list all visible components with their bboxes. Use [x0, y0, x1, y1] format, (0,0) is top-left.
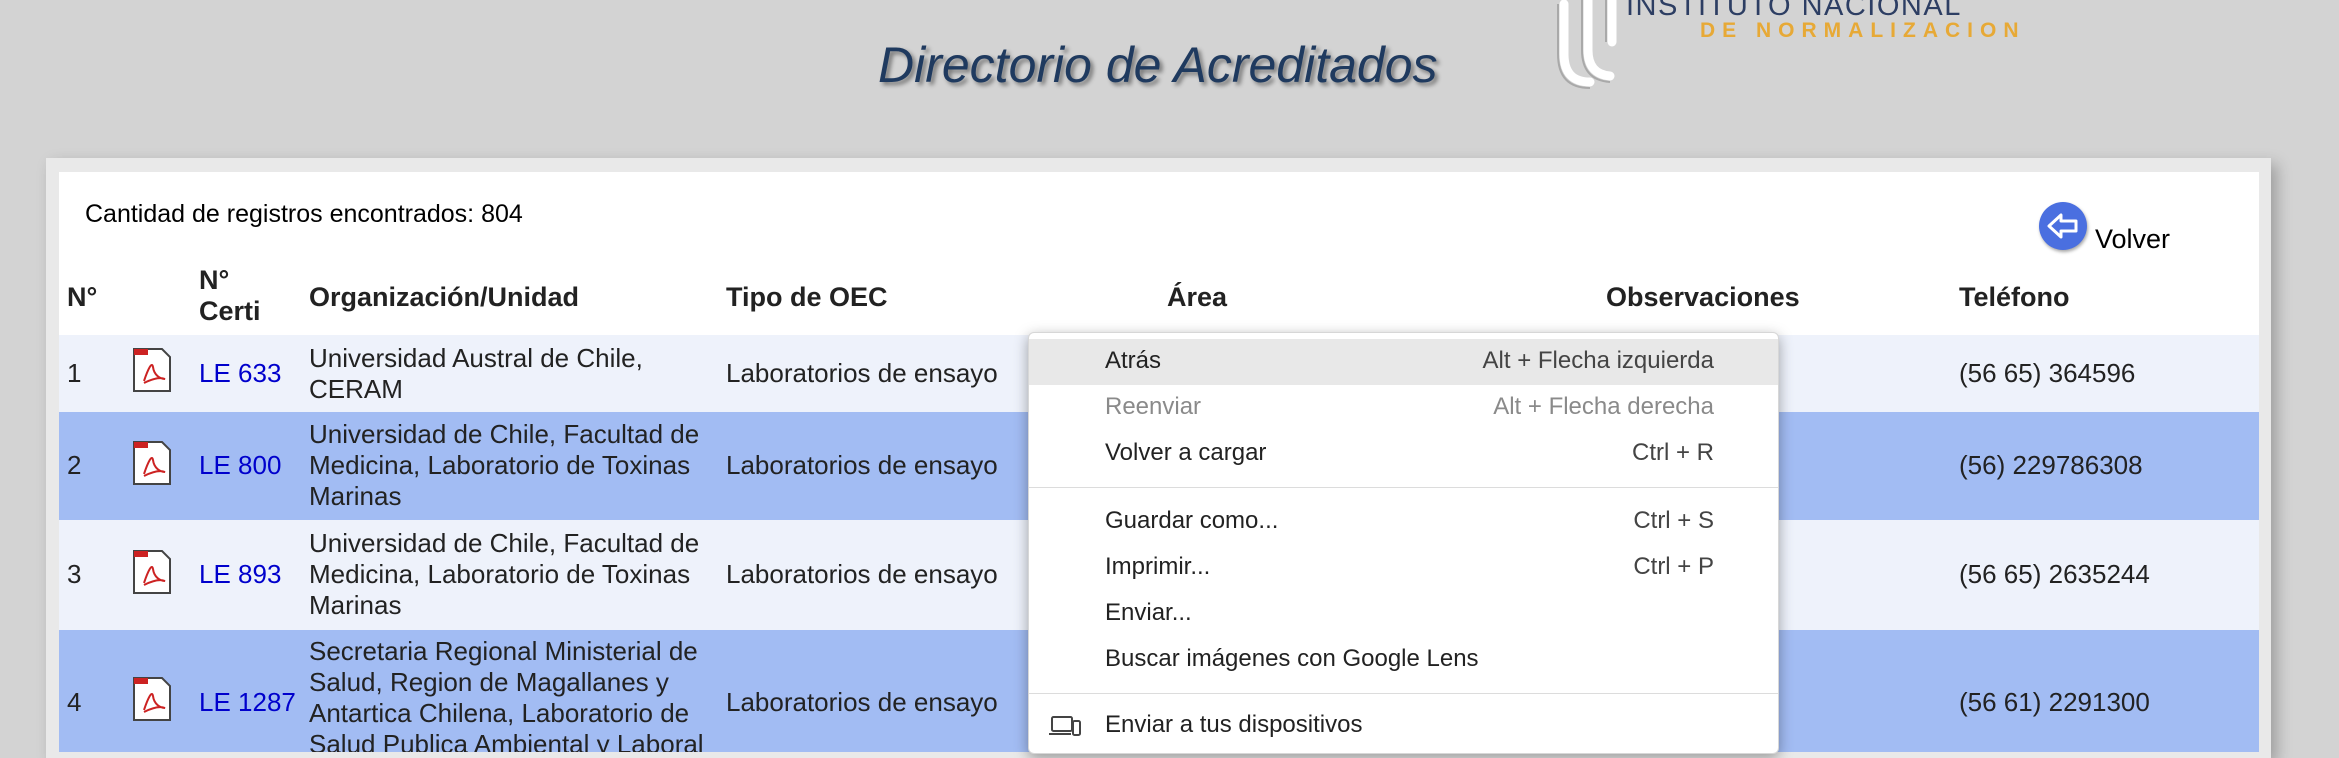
- certificate-link[interactable]: LE 633: [199, 358, 281, 389]
- row-telefono: (56) 229786308: [1959, 450, 2143, 480]
- row-telefono: (56 65) 364596: [1959, 358, 2136, 388]
- menu-item-shortcut: Ctrl + P: [1633, 553, 1714, 580]
- back-arrow-icon[interactable]: [2039, 202, 2087, 250]
- devices-icon: [1049, 716, 1081, 736]
- pdf-icon[interactable]: [132, 347, 172, 393]
- row-organization: Universidad Austral de Chile, CERAM: [309, 343, 643, 404]
- certificate-link[interactable]: LE 1287: [199, 687, 296, 718]
- menu-item-enviar[interactable]: Enviar...: [1029, 591, 1778, 637]
- back-button-label[interactable]: Volver: [2095, 224, 2170, 255]
- menu-item-label: Guardar como...: [1105, 507, 1279, 534]
- row-organization: Universidad de Chile, Facultad de Medici…: [309, 419, 700, 511]
- logo-text-line2: DE NORMALIZACION: [1700, 19, 2026, 42]
- pdf-icon[interactable]: [132, 440, 172, 486]
- row-tipo-oec: Laboratorios de ensayo: [726, 450, 998, 480]
- header-tipo-oec: Tipo de OEC: [726, 282, 888, 312]
- menu-item-shortcut: Alt + Flecha izquierda: [1482, 347, 1714, 374]
- header-observaciones: Observaciones: [1606, 282, 1800, 312]
- header-cert-line2: Certi: [199, 296, 261, 326]
- row-num: 1: [67, 358, 82, 388]
- header-area: Área: [1167, 282, 1228, 312]
- record-count: Cantidad de registros encontrados: 804: [85, 200, 523, 228]
- row-telefono: (56 61) 2291300: [1959, 687, 2150, 717]
- row-tipo-oec: Laboratorios de ensayo: [726, 687, 998, 717]
- menu-separator: [1029, 487, 1778, 488]
- certificate-link[interactable]: LE 800: [199, 450, 281, 481]
- menu-item-enviar-dispositivos[interactable]: Enviar a tus dispositivos: [1029, 703, 1778, 749]
- menu-item-label: Buscar imágenes con Google Lens: [1105, 645, 1479, 672]
- inn-logo: INSTITUTO NACIONAL DE NORMALIZACION: [1540, 0, 2100, 104]
- page-title: Directorio de Acreditados: [878, 37, 1438, 93]
- menu-item-guardar-como[interactable]: Guardar como... Ctrl + S: [1029, 499, 1778, 545]
- menu-item-label: Enviar...: [1105, 599, 1192, 626]
- row-tipo-oec: Laboratorios de ensayo: [726, 358, 998, 388]
- menu-item-shortcut: Alt + Flecha derecha: [1493, 393, 1714, 420]
- header-num: N°: [67, 282, 98, 312]
- menu-item-imprimir[interactable]: Imprimir... Ctrl + P: [1029, 545, 1778, 591]
- menu-item-label: Volver a cargar: [1105, 439, 1267, 466]
- menu-item-label: Enviar a tus dispositivos: [1105, 711, 1363, 738]
- pdf-icon[interactable]: [132, 549, 172, 595]
- menu-item-label: Imprimir...: [1105, 553, 1211, 580]
- menu-item-label: Reenviar: [1105, 393, 1202, 420]
- menu-item-label: Atrás: [1105, 347, 1162, 374]
- menu-item-atras[interactable]: Atrás Alt + Flecha izquierda: [1029, 339, 1778, 385]
- header-cert-line1: N°: [199, 265, 230, 295]
- menu-separator: [1029, 693, 1778, 694]
- menu-item-google-lens[interactable]: Buscar imágenes con Google Lens: [1029, 637, 1778, 683]
- menu-item-shortcut: Ctrl + S: [1633, 507, 1714, 534]
- header-organization: Organización/Unidad: [309, 282, 580, 312]
- row-organization: Secretaria Regional Ministerial de Salud…: [309, 636, 704, 752]
- menu-item-shortcut: Ctrl + R: [1631, 439, 1714, 466]
- certificate-link[interactable]: LE 893: [199, 559, 281, 590]
- row-telefono: (56 65) 2635244: [1959, 559, 2150, 589]
- context-menu: Atrás Alt + Flecha izquierda Reenviar Al…: [1028, 332, 1779, 754]
- row-num: 3: [67, 559, 82, 589]
- pdf-icon[interactable]: [132, 676, 172, 722]
- menu-item-volver-a-cargar[interactable]: Volver a cargar Ctrl + R: [1029, 431, 1778, 477]
- header-telefono: Teléfono: [1959, 282, 2070, 312]
- row-num: 4: [67, 687, 82, 717]
- menu-item-reenviar[interactable]: Reenviar Alt + Flecha derecha: [1029, 385, 1778, 431]
- row-num: 2: [67, 450, 82, 480]
- row-organization: Universidad de Chile, Facultad de Medici…: [309, 528, 700, 620]
- row-tipo-oec: Laboratorios de ensayo: [726, 559, 998, 589]
